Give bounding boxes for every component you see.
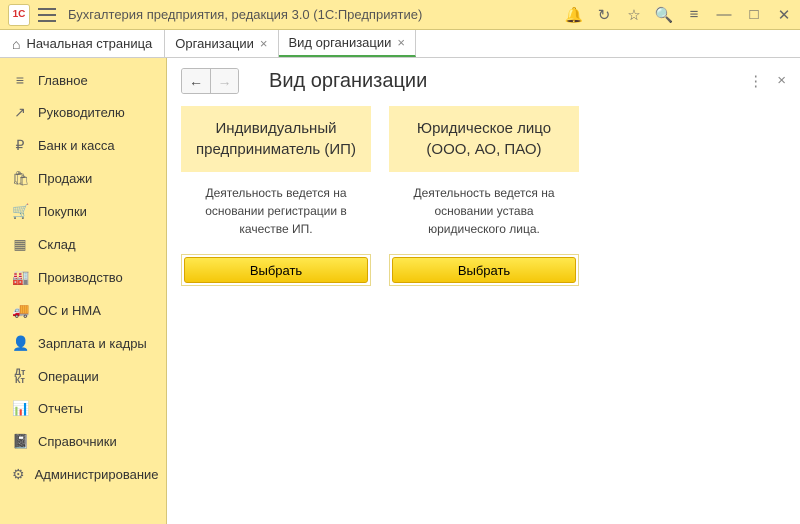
card-header: Юридическое лицо (ООО, АО, ПАО): [389, 106, 579, 172]
card-ip: Индивидуальный предприниматель (ИП) Деят…: [181, 106, 371, 286]
sidebar-item-label: ОС и НМА: [38, 303, 101, 318]
sidebar-item-label: Банк и касса: [38, 138, 115, 153]
content-toolbar: ← → Вид организации ⋮ ×: [181, 68, 786, 94]
sidebar-item-label: Операции: [38, 369, 99, 384]
content-controls: ⋮ ×: [748, 72, 786, 90]
bag-icon: 🛍: [12, 170, 28, 187]
back-button[interactable]: ←: [182, 69, 210, 93]
close-icon[interactable]: ×: [260, 36, 268, 51]
sidebar-item-label: Справочники: [38, 434, 117, 449]
chart-icon: ↗: [12, 104, 28, 121]
tab-bar: ⌂ Начальная страница Организации × Вид о…: [0, 30, 800, 58]
bell-icon[interactable]: 🔔: [566, 7, 582, 23]
sidebar-item-label: Продажи: [38, 171, 92, 186]
grid-icon: ▦: [12, 236, 28, 253]
tab-label: Вид организации: [289, 35, 392, 50]
sidebar-item-label: Зарплата и кадры: [38, 336, 147, 351]
list-icon: ≡: [12, 72, 28, 88]
hamburger-icon[interactable]: [38, 8, 56, 22]
sidebar-item-purchases[interactable]: 🛒 Покупки: [0, 195, 166, 228]
sidebar-item-label: Главное: [38, 73, 88, 88]
sidebar-item-sales[interactable]: 🛍 Продажи: [0, 162, 166, 195]
cart-icon: 🛒: [12, 203, 28, 220]
bars-icon: 📊: [12, 400, 28, 417]
sidebar-item-reports[interactable]: 📊 Отчеты: [0, 392, 166, 425]
sidebar-item-references[interactable]: 📓 Справочники: [0, 425, 166, 458]
sidebar-item-manager[interactable]: ↗ Руководителю: [0, 96, 166, 129]
card-description: Деятельность ведется на основании устава…: [389, 172, 579, 254]
sidebar-item-operations[interactable]: ДтКт Операции: [0, 360, 166, 392]
sidebar-item-label: Отчеты: [38, 401, 83, 416]
star-icon[interactable]: ☆: [626, 7, 642, 23]
close-button[interactable]: ✕: [776, 7, 792, 23]
card-button-wrap: Выбрать: [389, 254, 579, 286]
select-button-ip[interactable]: Выбрать: [184, 257, 368, 283]
ruble-icon: ₽: [12, 137, 28, 154]
titlebar-controls: 🔔 ↻ ☆ 🔍 ≡ — □ ✕: [566, 7, 792, 23]
filter-icon[interactable]: ≡: [686, 7, 702, 23]
maximize-button[interactable]: □: [746, 7, 762, 23]
tab-organizations[interactable]: Организации ×: [165, 30, 278, 57]
sidebar-item-label: Склад: [38, 237, 76, 252]
select-button-legal[interactable]: Выбрать: [392, 257, 576, 283]
page-title: Вид организации: [269, 70, 748, 93]
book-icon: 📓: [12, 433, 28, 450]
close-icon[interactable]: ×: [397, 35, 405, 50]
sidebar-item-assets[interactable]: 🚚 ОС и НМА: [0, 294, 166, 327]
more-icon[interactable]: ⋮: [748, 72, 763, 90]
tab-label: Организации: [175, 36, 254, 51]
close-icon[interactable]: ×: [777, 72, 786, 90]
minimize-button[interactable]: —: [716, 7, 732, 23]
search-icon[interactable]: 🔍: [656, 7, 672, 23]
sidebar-item-main[interactable]: ≡ Главное: [0, 64, 166, 96]
person-icon: 👤: [12, 335, 28, 352]
card-legal: Юридическое лицо (ООО, АО, ПАО) Деятельн…: [389, 106, 579, 286]
sidebar-item-warehouse[interactable]: ▦ Склад: [0, 228, 166, 261]
tab-home[interactable]: ⌂ Начальная страница: [0, 30, 165, 57]
card-header: Индивидуальный предприниматель (ИП): [181, 106, 371, 172]
sidebar-item-bank[interactable]: ₽ Банк и касса: [0, 129, 166, 162]
sidebar: ≡ Главное ↗ Руководителю ₽ Банк и касса 🛍 Пр…: [0, 58, 167, 524]
card-button-wrap: Выбрать: [181, 254, 371, 286]
forward-button[interactable]: →: [210, 69, 238, 93]
factory-icon: 🏭: [12, 269, 28, 286]
truck-icon: 🚚: [12, 302, 28, 319]
sidebar-item-label: Покупки: [38, 204, 87, 219]
main-area: ≡ Главное ↗ Руководителю ₽ Банк и касса 🛍 Пр…: [0, 58, 800, 524]
nav-buttons: ← →: [181, 68, 239, 94]
sidebar-item-label: Администрирование: [35, 467, 159, 482]
home-icon: ⌂: [12, 36, 20, 52]
tab-home-label: Начальная страница: [26, 36, 152, 51]
app-logo: 1C: [8, 4, 30, 26]
sidebar-item-admin[interactable]: ⚙ Администрирование: [0, 458, 166, 491]
tab-organization-type[interactable]: Вид организации ×: [279, 30, 416, 57]
cards-row: Индивидуальный предприниматель (ИП) Деят…: [181, 106, 786, 286]
titlebar: 1C Бухгалтерия предприятия, редакция 3.0…: [0, 0, 800, 30]
sidebar-item-label: Руководителю: [38, 105, 125, 120]
gear-icon: ⚙: [12, 466, 25, 483]
card-description: Деятельность ведется на основании регист…: [181, 172, 371, 254]
content-area: ← → Вид организации ⋮ × Индивидуальный п…: [167, 58, 800, 524]
sidebar-item-production[interactable]: 🏭 Производство: [0, 261, 166, 294]
window-title: Бухгалтерия предприятия, редакция 3.0 (1…: [68, 7, 566, 22]
dtkt-icon: ДтКт: [12, 368, 28, 384]
sidebar-item-salary[interactable]: 👤 Зарплата и кадры: [0, 327, 166, 360]
sidebar-item-label: Производство: [38, 270, 123, 285]
history-icon[interactable]: ↻: [596, 7, 612, 23]
